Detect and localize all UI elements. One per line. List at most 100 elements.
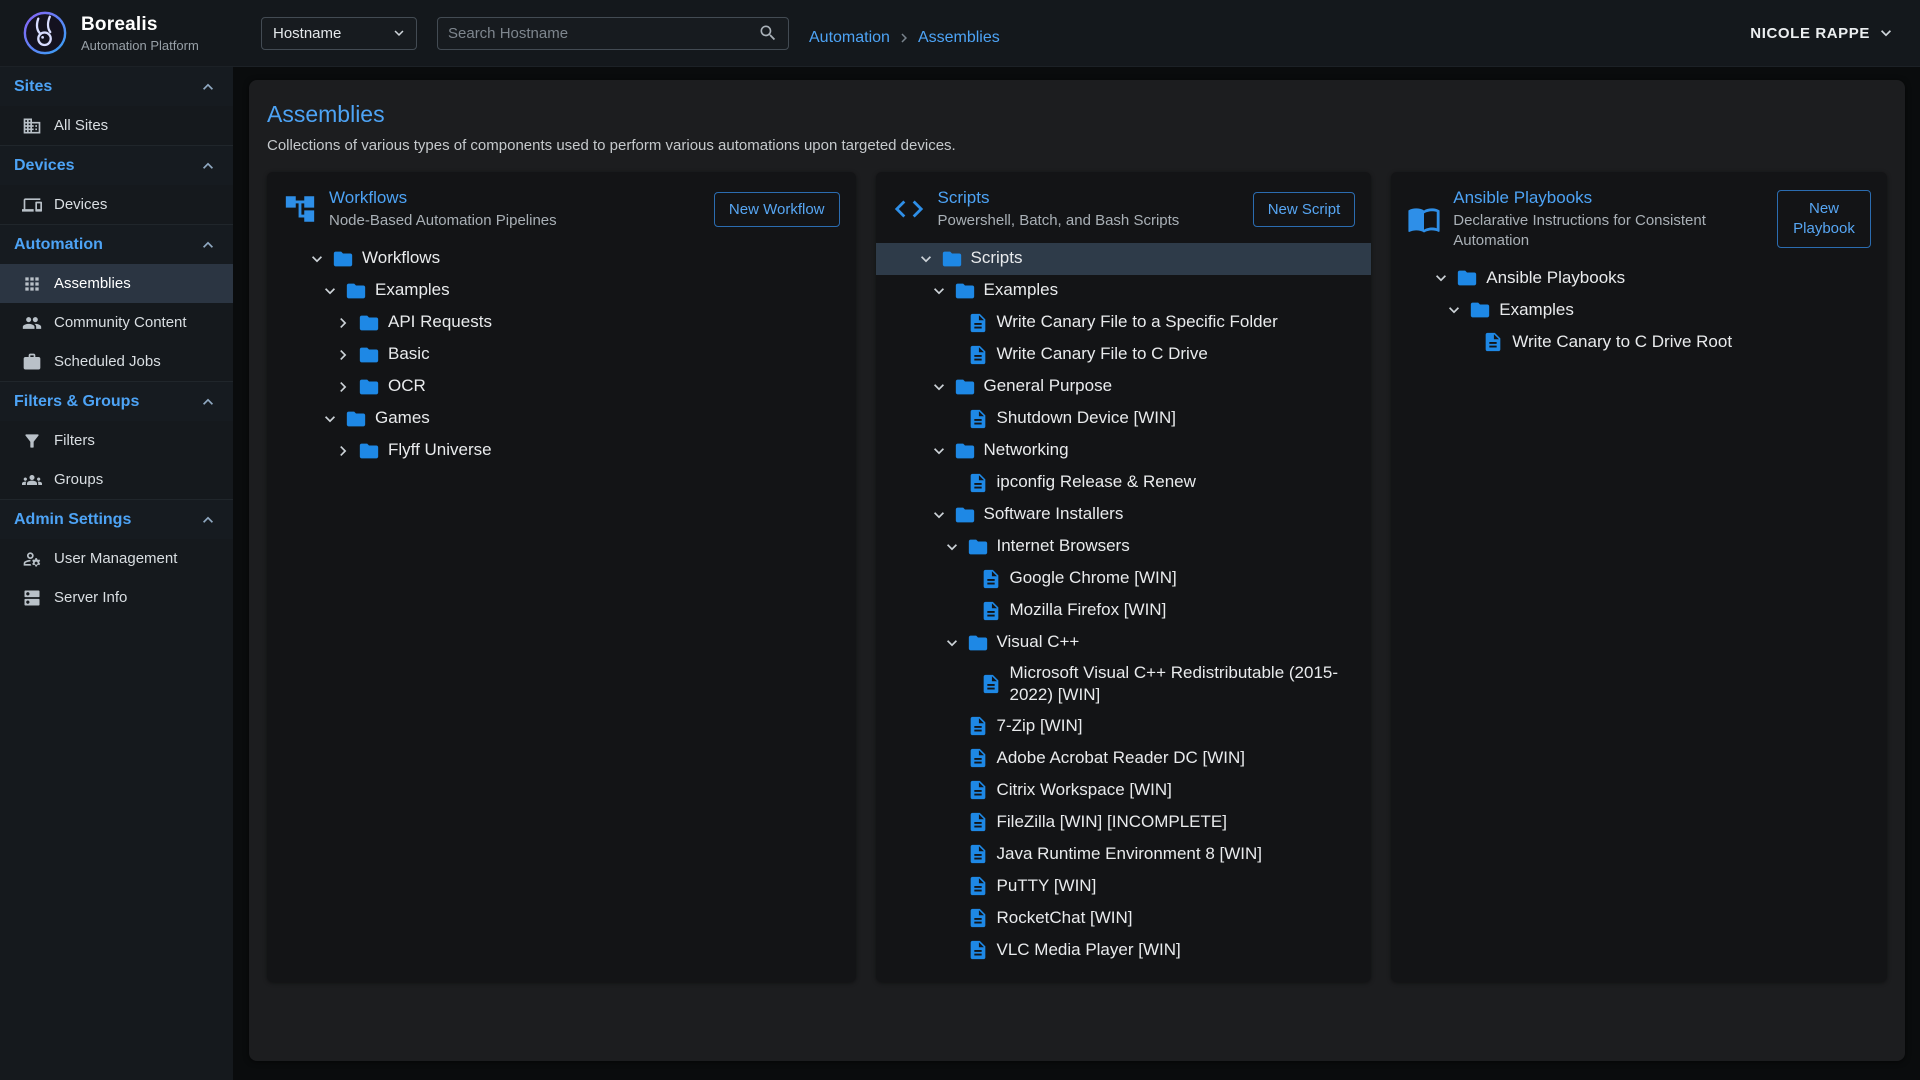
tree-folder-ocr[interactable]: OCR xyxy=(267,371,856,403)
breadcrumb-assemblies[interactable]: Assemblies xyxy=(918,29,1000,47)
chevron-down-icon[interactable] xyxy=(925,281,953,301)
tree-folder-software-installers[interactable]: Software Installers xyxy=(876,499,1372,531)
search-hostname-input[interactable] xyxy=(448,25,758,42)
sidebar-item-groups[interactable]: Groups xyxy=(0,460,233,499)
sidebar-item-assemblies[interactable]: Assemblies xyxy=(0,264,233,303)
sidebar-section-header-devices[interactable]: Devices xyxy=(0,146,233,185)
tree-file-write-canary-file-to-c-drive[interactable]: Write Canary File to C Drive xyxy=(876,339,1372,371)
user-menu[interactable]: NICOLE RAPPE xyxy=(1750,23,1920,43)
hostname-select[interactable]: Hostname xyxy=(261,17,417,50)
file-icon xyxy=(966,907,990,929)
tree-folder-examples[interactable]: Examples xyxy=(1391,294,1887,326)
tree-folder-flyff-universe[interactable]: Flyff Universe xyxy=(267,435,856,467)
file-icon xyxy=(966,408,990,430)
chevron-up-icon[interactable] xyxy=(198,77,218,97)
chevron-right-icon[interactable] xyxy=(329,441,357,461)
new-script-button[interactable]: New Script xyxy=(1253,192,1356,227)
folder-icon xyxy=(357,344,381,366)
tree-file-7-zip-win[interactable]: 7-Zip [WIN] xyxy=(876,710,1372,742)
new-workflow-button[interactable]: New Workflow xyxy=(714,192,840,227)
tree-item-label: Shutdown Device [WIN] xyxy=(997,404,1177,433)
card-title: Ansible Playbooks xyxy=(1453,188,1765,208)
chevron-right-icon[interactable] xyxy=(329,345,357,365)
chevron-down-icon[interactable] xyxy=(912,249,940,269)
chevron-down-icon[interactable] xyxy=(925,441,953,461)
tree-item-label: Mozilla Firefox [WIN] xyxy=(1010,596,1167,625)
chevron-down-icon[interactable] xyxy=(938,633,966,653)
card-subtitle: Declarative Instructions for Consistent … xyxy=(1453,211,1765,250)
tree-file-write-canary-to-c-drive-root[interactable]: Write Canary to C Drive Root xyxy=(1391,326,1887,358)
sidebar-item-devices[interactable]: Devices xyxy=(0,185,233,224)
tree-file-vlc-media-player-win[interactable]: VLC Media Player [WIN] xyxy=(876,934,1372,966)
tree-file-filezilla-win-incomplete[interactable]: FileZilla [WIN] [INCOMPLETE] xyxy=(876,806,1372,838)
chevron-down-icon[interactable] xyxy=(316,409,344,429)
chevron-down-icon[interactable] xyxy=(316,281,344,301)
tree-folder-games[interactable]: Games xyxy=(267,403,856,435)
chevron-right-icon[interactable] xyxy=(329,313,357,333)
chevron-down-icon[interactable] xyxy=(303,249,331,269)
tree-file-microsoft-visual-c-redistributable-2015-2022-win[interactable]: Microsoft Visual C++ Redistributable (20… xyxy=(876,659,1372,711)
tree-folder-examples[interactable]: Examples xyxy=(267,275,856,307)
tree-folder-ansible-playbooks[interactable]: Ansible Playbooks xyxy=(1391,262,1887,294)
sidebar-item-community-content[interactable]: Community Content xyxy=(0,303,233,342)
tree-item-label: RocketChat [WIN] xyxy=(997,904,1133,933)
sidebar-item-all-sites[interactable]: All Sites xyxy=(0,106,233,145)
sidebar-section-header-admin-settings[interactable]: Admin Settings xyxy=(0,500,233,539)
chevron-down-icon[interactable] xyxy=(925,377,953,397)
tree-folder-networking[interactable]: Networking xyxy=(876,435,1372,467)
breadcrumb-automation[interactable]: Automation xyxy=(809,29,890,47)
sidebar-section-devices: Devices Devices xyxy=(0,145,233,224)
assemblies-icon xyxy=(22,274,42,294)
chevron-down-icon[interactable] xyxy=(938,537,966,557)
sidebar-section-header-sites[interactable]: Sites xyxy=(0,67,233,106)
tree-file-shutdown-device-win[interactable]: Shutdown Device [WIN] xyxy=(876,403,1372,435)
chevron-up-icon[interactable] xyxy=(198,235,218,255)
file-icon xyxy=(966,939,990,961)
chevron-up-icon[interactable] xyxy=(198,392,218,412)
sidebar-section-label: Devices xyxy=(14,157,75,175)
tree-item-label: Visual C++ xyxy=(997,628,1080,657)
chevron-down-icon[interactable] xyxy=(1440,300,1468,320)
sidebar-section-header-automation[interactable]: Automation xyxy=(0,225,233,264)
sidebar-item-server-info[interactable]: Server Info xyxy=(0,578,233,617)
tree-folder-basic[interactable]: Basic xyxy=(267,339,856,371)
new-playbook-button[interactable]: New Playbook xyxy=(1777,190,1871,249)
server-info-icon xyxy=(22,588,42,608)
sidebar-item-user-management[interactable]: User Management xyxy=(0,539,233,578)
chevron-down-icon[interactable] xyxy=(925,505,953,525)
chevron-up-icon[interactable] xyxy=(198,510,218,530)
hostname-select-value: Hostname xyxy=(273,25,341,42)
tree-file-write-canary-file-to-a-specific-folder[interactable]: Write Canary File to a Specific Folder xyxy=(876,307,1372,339)
sidebar-item-filters[interactable]: Filters xyxy=(0,421,233,460)
tree-folder-general-purpose[interactable]: General Purpose xyxy=(876,371,1372,403)
chevron-down-icon[interactable] xyxy=(1427,268,1455,288)
tree-item-label: ipconfig Release & Renew xyxy=(997,468,1196,497)
tree-file-ipconfig-release-renew[interactable]: ipconfig Release & Renew xyxy=(876,467,1372,499)
tree-item-label: Ansible Playbooks xyxy=(1486,264,1625,293)
tree-file-java-runtime-environment-8-win[interactable]: Java Runtime Environment 8 [WIN] xyxy=(876,838,1372,870)
sidebar-item-label: User Management xyxy=(54,550,177,567)
file-icon xyxy=(979,600,1003,622)
tree-folder-visual-c[interactable]: Visual C++ xyxy=(876,627,1372,659)
chevron-right-icon[interactable] xyxy=(329,377,357,397)
chevron-up-icon[interactable] xyxy=(198,156,218,176)
tree-file-citrix-workspace-win[interactable]: Citrix Workspace [WIN] xyxy=(876,774,1372,806)
top-bar: Borealis Automation Platform Hostname Au… xyxy=(0,0,1920,67)
folder-icon xyxy=(1455,267,1479,289)
user-management-icon xyxy=(22,549,42,569)
file-icon xyxy=(966,843,990,865)
tree-file-putty-win[interactable]: PuTTY [WIN] xyxy=(876,870,1372,902)
tree-folder-workflows[interactable]: Workflows xyxy=(267,243,856,275)
tree-folder-scripts[interactable]: Scripts xyxy=(876,243,1372,275)
tree-folder-examples[interactable]: Examples xyxy=(876,275,1372,307)
tree-folder-api-requests[interactable]: API Requests xyxy=(267,307,856,339)
tree-file-google-chrome-win[interactable]: Google Chrome [WIN] xyxy=(876,563,1372,595)
sidebar-section-header-filters-groups[interactable]: Filters & Groups xyxy=(0,382,233,421)
sidebar-item-scheduled-jobs[interactable]: Scheduled Jobs xyxy=(0,342,233,381)
tree-folder-internet-browsers[interactable]: Internet Browsers xyxy=(876,531,1372,563)
tree-file-adobe-acrobat-reader-dc-win[interactable]: Adobe Acrobat Reader DC [WIN] xyxy=(876,742,1372,774)
folder-icon xyxy=(357,376,381,398)
tree-file-mozilla-firefox-win[interactable]: Mozilla Firefox [WIN] xyxy=(876,595,1372,627)
card-subtitle: Node-Based Automation Pipelines xyxy=(329,211,557,231)
tree-file-rocketchat-win[interactable]: RocketChat [WIN] xyxy=(876,902,1372,934)
